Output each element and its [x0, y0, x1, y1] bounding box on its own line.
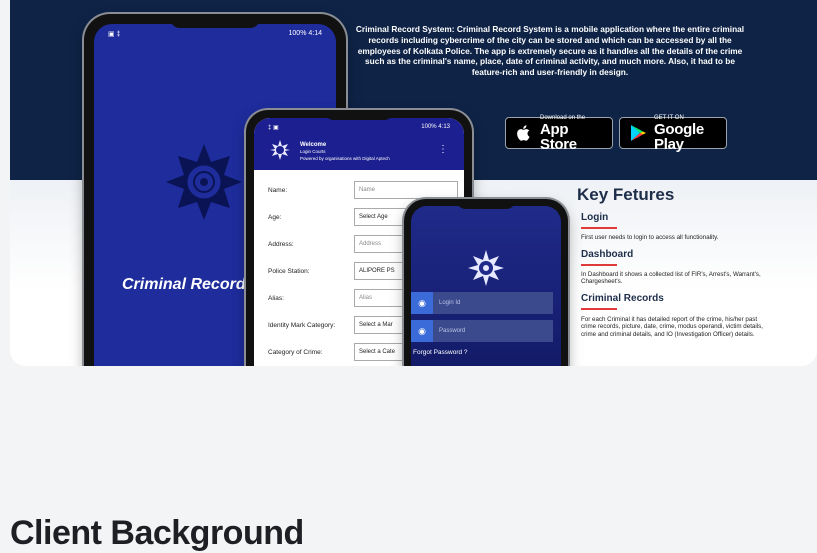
- feature-text-login: First user needs to login to access all …: [581, 234, 719, 241]
- login-screen: ◉ Login Id ◉ Password Forgot Password ?: [411, 206, 561, 366]
- password-placeholder: Password: [439, 328, 466, 334]
- phone-mockup-login: ◉ Login Id ◉ Password Forgot Password ?: [404, 199, 568, 366]
- status-left: ▣ ‡: [108, 31, 121, 38]
- project-description: Criminal Record System: Criminal Record …: [355, 24, 745, 78]
- status-right: 100% 4:14: [288, 30, 322, 37]
- phone-notch: [170, 14, 260, 28]
- login-subtitle: Login Courts: [300, 149, 326, 154]
- form-row-name: Name: Name: [268, 180, 458, 200]
- police-emblem-icon: [270, 140, 290, 160]
- field-label: Name:: [268, 186, 288, 194]
- phone-notch: [324, 110, 394, 120]
- welcome-label: Welcome: [300, 142, 327, 148]
- status-right: 100% 4:13: [421, 124, 450, 130]
- status-left: ‡ ▣: [268, 125, 279, 131]
- key-features-title: Key Fetures: [577, 185, 675, 204]
- status-bar: ‡ ▣ 100% 4:13: [268, 124, 450, 131]
- feature-underline: [581, 308, 617, 310]
- feature-heading-login: Login: [581, 212, 609, 223]
- user-icon: ◉: [411, 292, 433, 314]
- field-label: Police Station:: [268, 267, 310, 275]
- google-play-icon: [631, 125, 646, 141]
- field-label: Address:: [268, 240, 294, 248]
- form-header: ‡ ▣ 100% 4:13 Welcome Login Courts Power…: [254, 118, 464, 170]
- name-input[interactable]: Name: [354, 181, 458, 199]
- google-play-label: Google Play: [654, 120, 704, 153]
- field-label: Category of Crime:: [268, 348, 323, 356]
- police-emblem-icon: [468, 250, 504, 286]
- forgot-password-link[interactable]: Forgot Password ?: [413, 349, 468, 356]
- login-id-input[interactable]: ◉ Login Id: [411, 292, 553, 314]
- app-title: Criminal Record: [122, 276, 246, 293]
- feature-underline: [581, 227, 617, 229]
- project-banner: Criminal Record System: Criminal Record …: [10, 0, 817, 366]
- lock-icon: ◉: [411, 320, 433, 342]
- status-bar: ▣ ‡ 100% 4:14: [108, 30, 322, 38]
- feature-heading-dashboard: Dashboard: [581, 249, 634, 260]
- app-store-button[interactable]: Download on the App Store: [505, 115, 613, 153]
- police-emblem-icon: [166, 144, 242, 220]
- powered-by: Powered by organisations with Digital Ap…: [300, 156, 390, 161]
- login-id-placeholder: Login Id: [439, 300, 461, 306]
- phone-notch: [456, 199, 516, 209]
- feature-heading-criminal-records: Criminal Records: [581, 293, 664, 304]
- field-label: Alias:: [268, 294, 284, 302]
- password-input[interactable]: ◉ Password: [411, 320, 553, 342]
- feature-text-dashboard: In Dashboard it shows a collected list o…: [581, 271, 761, 286]
- section-heading: Client Background: [10, 514, 304, 552]
- feature-underline: [581, 264, 617, 266]
- app-store-label: App Store: [540, 120, 577, 153]
- apple-icon: [517, 125, 530, 141]
- menu-icon[interactable]: ⋮: [438, 144, 448, 155]
- feature-text-criminal-records: For each Criminal it has detailed report…: [581, 316, 763, 338]
- google-play-button[interactable]: GET IT ON Google Play: [619, 115, 727, 153]
- field-label: Age:: [268, 213, 282, 221]
- field-label: Identity Mark Category:: [268, 321, 336, 329]
